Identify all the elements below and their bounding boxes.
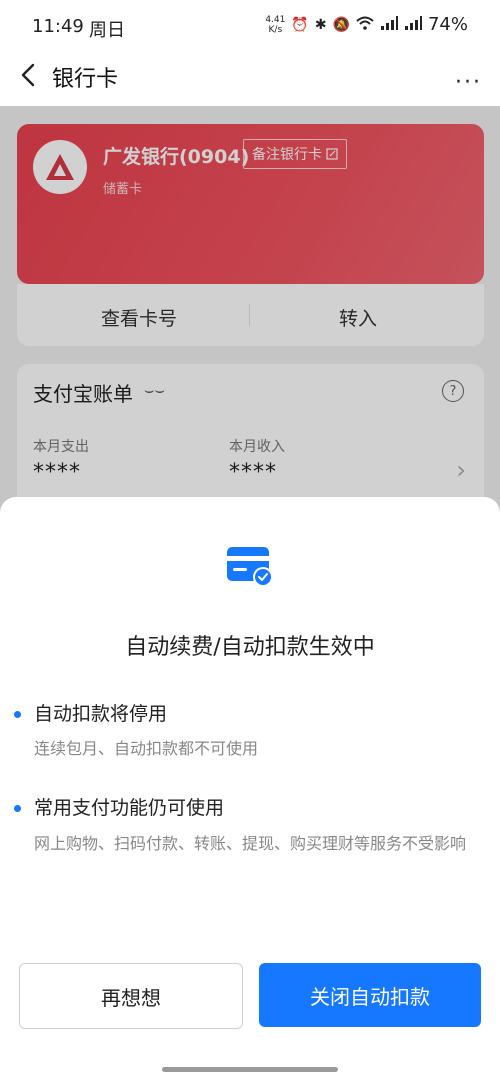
signal-icon-2 bbox=[404, 15, 422, 34]
home-indicator[interactable] bbox=[162, 1067, 338, 1072]
disable-auto-deduct-button[interactable]: 关闭自动扣款 bbox=[259, 963, 481, 1027]
more-options-button[interactable]: ··· bbox=[455, 70, 482, 95]
point-2-title: 常用支付功能仍可使用 bbox=[34, 797, 225, 819]
back-button[interactable] bbox=[14, 60, 44, 90]
back-arrow-icon bbox=[21, 63, 35, 87]
status-time: 11:49 bbox=[32, 16, 84, 37]
wifi-icon bbox=[356, 16, 374, 34]
card-check-icon bbox=[227, 547, 273, 587]
bullet-dot bbox=[14, 805, 21, 812]
bullet-dot bbox=[14, 711, 21, 718]
mute-icon: 🔕 bbox=[332, 16, 350, 33]
reconsider-button[interactable]: 再想想 bbox=[19, 963, 243, 1029]
sheet-title: 自动续费/自动扣款生效中 bbox=[125, 635, 375, 660]
point-1-desc: 连续包月、自动扣款都不可使用 bbox=[34, 739, 259, 758]
network-speed: 4.41 K/s bbox=[265, 14, 286, 35]
signal-icon bbox=[380, 15, 398, 34]
point-1-title: 自动扣款将停用 bbox=[34, 703, 168, 725]
status-day: 周日 bbox=[89, 20, 125, 41]
status-icons: 4.41 K/s ⏰ ✱ 🔕 74% bbox=[265, 14, 468, 35]
alarm-icon: ⏰ bbox=[291, 16, 309, 33]
point-2-desc: 网上购物、扫码付款、转账、提现、购买理财等服务不受影响 bbox=[34, 834, 467, 853]
nav-bar: 银行卡 ··· bbox=[0, 50, 500, 106]
auto-deduct-sheet: 自动续费/自动扣款生效中 自动扣款将停用 连续包月、自动扣款都不可使用 常用支付… bbox=[0, 497, 500, 1083]
status-bar: 11:49 周日 4.41 K/s ⏰ ✱ 🔕 74% bbox=[0, 0, 500, 50]
page-title: 银行卡 bbox=[52, 67, 119, 92]
battery-level: 74% bbox=[427, 14, 468, 35]
bluetooth-icon: ✱ bbox=[314, 16, 327, 33]
